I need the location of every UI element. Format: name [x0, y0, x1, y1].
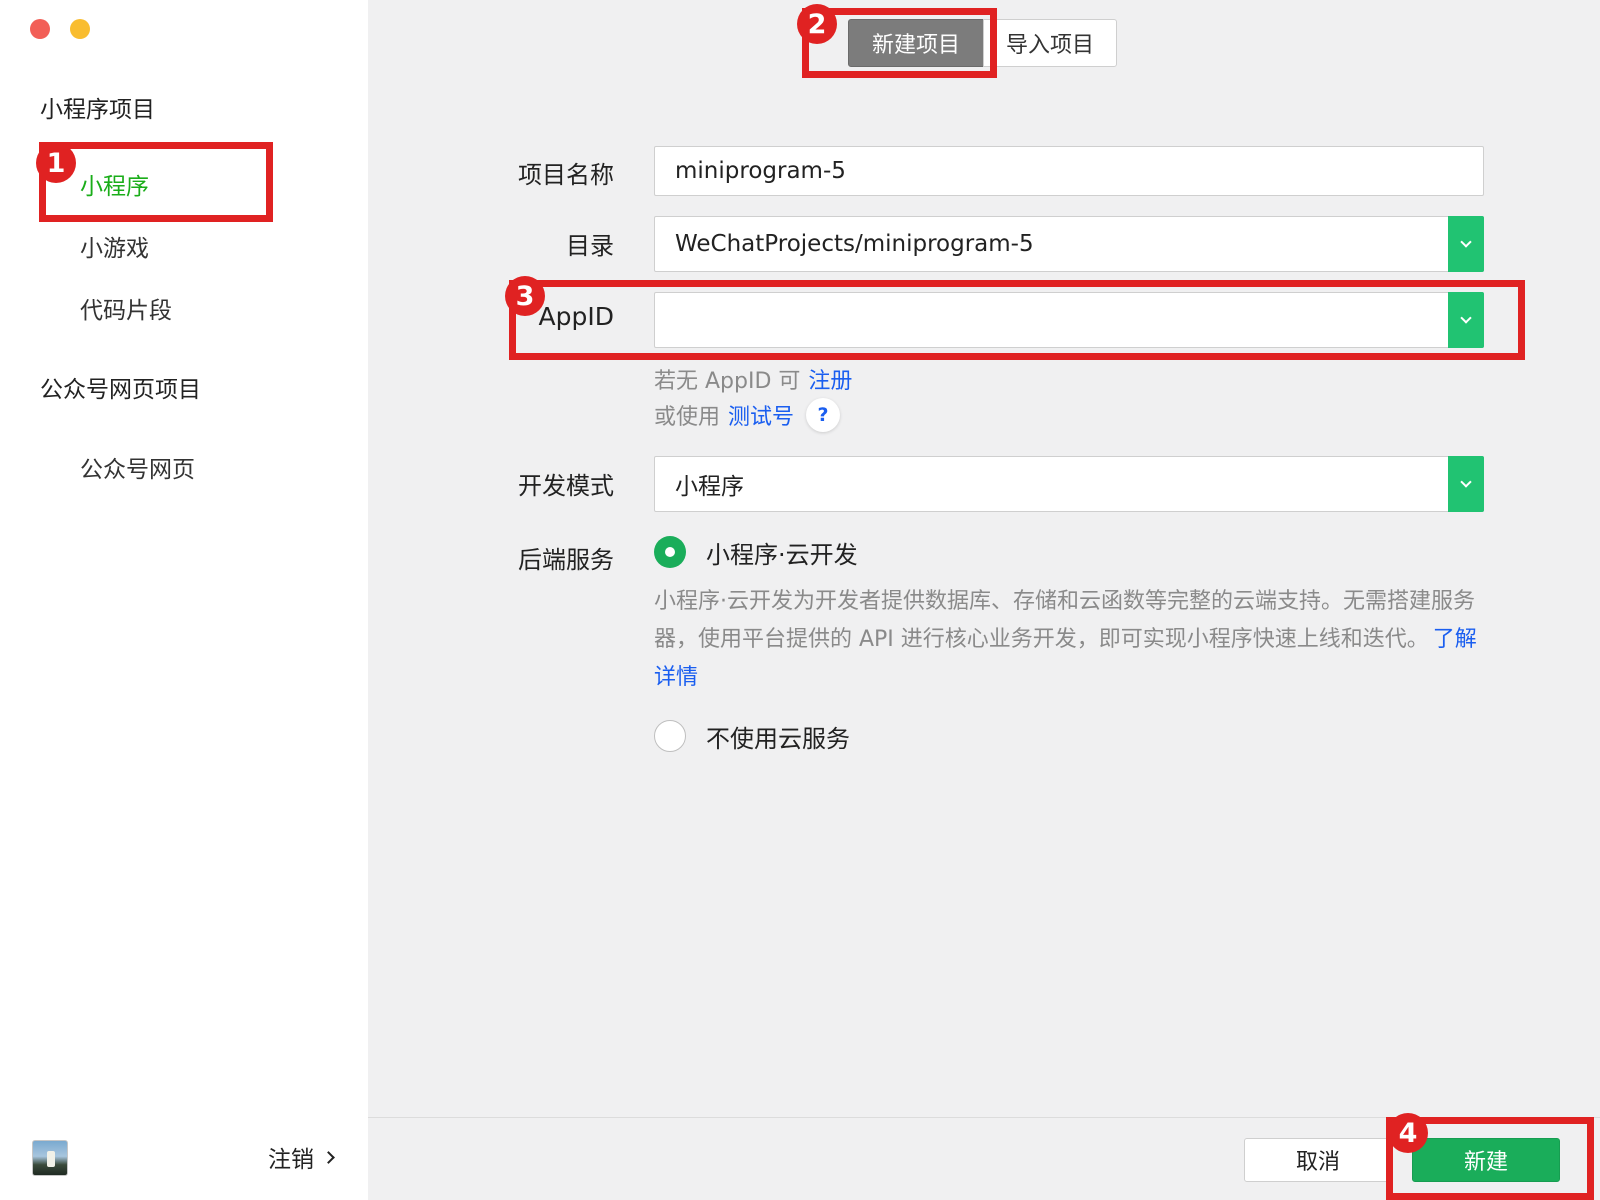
logout-button[interactable]: 注销 [268, 1140, 335, 1174]
cloud-dev-radio-label[interactable]: 小程序·云开发 [706, 535, 858, 570]
annotation-badge-3: 3 [505, 276, 545, 316]
annotation-badge-2: 2 [797, 4, 837, 44]
project-name-value: miniprogram-5 [675, 158, 846, 184]
cloud-dev-description-text: 小程序·云开发为开发者提供数据库、存储和云函数等完整的云端支持。无需搭建服务器，… [654, 589, 1475, 652]
directory-dropdown-button[interactable] [1448, 216, 1484, 272]
appid-select[interactable] [654, 292, 1484, 348]
appid-test-hint-text: 或使用 [654, 405, 721, 430]
dev-mode-label: 开发模式 [518, 472, 614, 500]
cloud-dev-description: 小程序·云开发为开发者提供数据库、存储和云函数等完整的云端支持。无需搭建服务器，… [654, 583, 1484, 697]
directory-label: 目录 [566, 232, 614, 260]
tab-new-project[interactable]: 新建项目 [848, 19, 984, 67]
directory-value: WeChatProjects/miniprogram-5 [675, 231, 1034, 257]
chevron-down-icon [1460, 236, 1472, 248]
annotation-badge-1: 1 [36, 143, 76, 183]
chevron-right-icon [322, 1150, 335, 1164]
avatar[interactable] [32, 1140, 68, 1176]
close-window-button[interactable] [30, 19, 50, 39]
sidebar-item-minigame[interactable]: 小游戏 [80, 229, 149, 263]
appid-test-hint: 或使用 测试号 ? [654, 398, 841, 432]
sidebar-group-miniprogram-projects: 小程序项目 [40, 97, 155, 123]
cloud-dev-radio[interactable] [654, 536, 686, 568]
annotation-badge-4: 4 [1388, 1113, 1428, 1153]
dev-mode-select[interactable]: 小程序 [654, 456, 1484, 512]
test-account-link[interactable]: 测试号 [728, 399, 794, 431]
project-name-input[interactable]: miniprogram-5 [654, 146, 1484, 196]
dev-mode-value: 小程序 [675, 474, 744, 500]
create-button[interactable]: 新建 [1412, 1138, 1560, 1182]
sidebar-group-official-account-projects: 公众号网页项目 [40, 377, 201, 403]
sidebar-item-official-account-webpage[interactable]: 公众号网页 [80, 450, 195, 484]
project-type-tabs: 新建项目 导入项目 [848, 19, 1117, 67]
logout-label: 注销 [268, 1147, 314, 1173]
minimize-window-button[interactable] [70, 19, 90, 39]
chevron-down-icon [1460, 476, 1472, 488]
sidebar-item-code-snippet[interactable]: 代码片段 [80, 291, 172, 325]
project-name-label: 项目名称 [518, 161, 614, 189]
appid-hint-text: 若无 AppID 可 [654, 369, 801, 394]
directory-select[interactable]: WeChatProjects/miniprogram-5 [654, 216, 1484, 272]
help-icon[interactable]: ? [806, 398, 841, 432]
chevron-down-icon [1460, 312, 1472, 324]
register-link[interactable]: 注册 [808, 363, 852, 395]
sidebar-item-miniprogram[interactable]: 小程序 [80, 167, 149, 201]
tab-import-project[interactable]: 导入项目 [983, 19, 1117, 67]
no-cloud-radio[interactable] [654, 720, 686, 752]
cancel-button[interactable]: 取消 [1244, 1138, 1392, 1182]
no-cloud-radio-label[interactable]: 不使用云服务 [706, 719, 850, 754]
appid-dropdown-button[interactable] [1448, 292, 1484, 348]
backend-service-label: 后端服务 [518, 546, 614, 574]
dev-mode-dropdown-button[interactable] [1448, 456, 1484, 512]
appid-register-hint: 若无 AppID 可 注册 [654, 363, 852, 395]
